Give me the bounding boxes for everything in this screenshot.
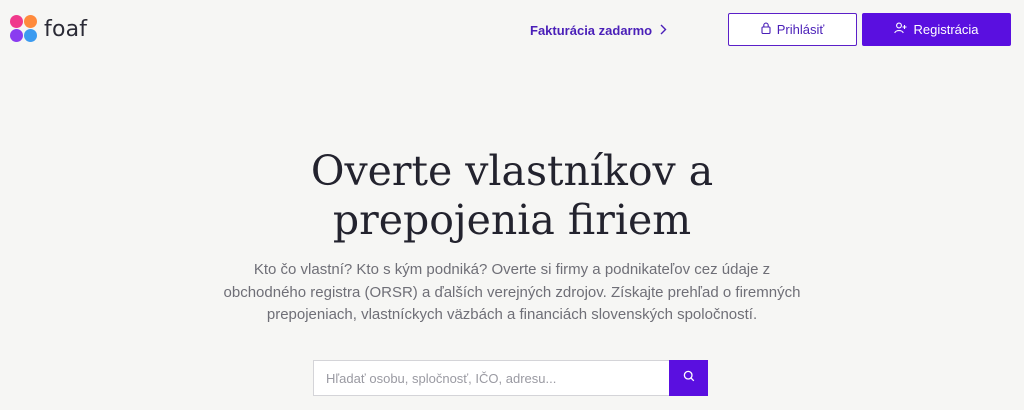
free-invoicing-label: Fakturácia zadarmo xyxy=(530,22,653,38)
register-label: Registrácia xyxy=(913,22,979,37)
page-title: Overte vlastníkov a prepojenia firiem xyxy=(0,147,1024,245)
logo[interactable]: foaf xyxy=(10,15,87,43)
logo-text: foaf xyxy=(44,16,88,42)
add-user-icon xyxy=(894,22,907,37)
page-title-line-1: Overte vlastníkov a xyxy=(310,147,714,195)
login-button[interactable]: Prihlásiť xyxy=(728,13,857,46)
hero-description: Kto čo vlastní? Kto s kým podniká? Overt… xyxy=(223,261,801,323)
search-button[interactable] xyxy=(669,360,708,396)
site-header: foaf Fakturácia zadarmo Prihlásiť Regist… xyxy=(0,0,1024,60)
search-bar xyxy=(313,360,708,396)
search-input[interactable] xyxy=(313,360,669,396)
login-label: Prihlásiť xyxy=(776,22,825,37)
free-invoicing-link[interactable]: Fakturácia zadarmo xyxy=(530,22,667,38)
search-icon xyxy=(683,369,695,387)
page-title-line-2: prepojenia firiem xyxy=(332,196,692,244)
foaf-logo-icon xyxy=(10,15,38,43)
chevron-right-icon xyxy=(660,22,667,38)
lock-icon xyxy=(761,22,771,37)
register-button[interactable]: Registrácia xyxy=(862,13,1011,46)
